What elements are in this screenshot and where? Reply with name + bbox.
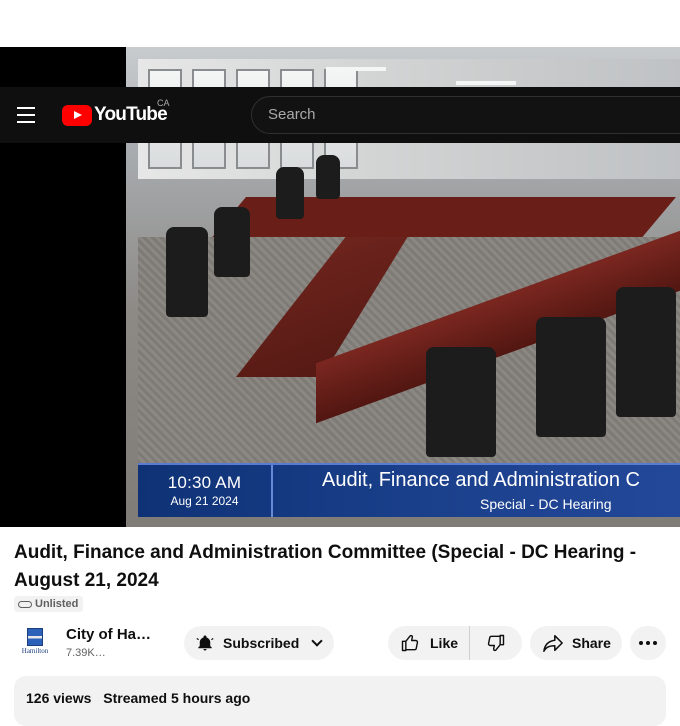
thumbs-up-icon xyxy=(401,634,419,652)
chair xyxy=(166,227,208,317)
video-title: Audit, Finance and Administration Commit… xyxy=(14,542,637,591)
hamburger-icon xyxy=(17,114,35,116)
overlay-subtitle: Special - DC Hearing xyxy=(480,496,612,512)
bell-icon xyxy=(196,635,214,651)
ceiling-light xyxy=(456,81,516,85)
channel-avatar[interactable]: Hamilton xyxy=(20,626,50,656)
overlay-time-block: 10:30 AM Aug 21 2024 xyxy=(138,465,273,517)
link-icon xyxy=(18,600,32,608)
view-count: 126 views xyxy=(26,690,92,706)
broadcast-lower-third: 10:30 AM Aug 21 2024 Audit, Finance and … xyxy=(138,463,680,517)
overlay-time: 10:30 AM xyxy=(167,473,242,492)
like-dislike-group: Like xyxy=(388,626,522,660)
logo-text: YouTube xyxy=(94,104,168,125)
chevron-down-icon xyxy=(311,635,323,647)
more-dots-icon xyxy=(646,641,650,645)
more-actions-button[interactable] xyxy=(630,626,666,660)
dislike-button[interactable] xyxy=(470,633,522,653)
like-button[interactable]: Like xyxy=(388,626,470,660)
description-box[interactable]: 126 views Streamed 5 hours ago xyxy=(14,676,666,726)
more-dots-icon xyxy=(639,641,643,645)
chair xyxy=(426,347,496,457)
channel-name[interactable]: City of Ha… xyxy=(66,626,166,643)
overlay-date: Aug 21 2024 xyxy=(170,494,239,508)
chair xyxy=(214,207,250,277)
chair xyxy=(536,317,606,437)
stream-time: Streamed 5 hours ago xyxy=(103,690,251,706)
masthead: YouTube CA Search xyxy=(0,87,680,143)
thumbs-down-icon xyxy=(487,634,505,652)
subscriber-count: 7.39K… xyxy=(66,647,106,659)
unlisted-label: Unlisted xyxy=(35,598,79,610)
ceiling-light xyxy=(326,67,386,71)
like-label: Like xyxy=(430,635,459,651)
hamburger-icon xyxy=(17,107,35,109)
subscribed-button[interactable]: Subscribed xyxy=(184,626,334,660)
play-logo-icon xyxy=(62,104,92,126)
search-input[interactable]: Search xyxy=(251,96,680,134)
description-meta: 126 views Streamed 5 hours ago xyxy=(26,690,250,706)
more-dots-icon xyxy=(653,641,657,645)
channel-owner: Hamilton City of Ha… 7.39K… xyxy=(20,626,151,659)
chair xyxy=(316,155,340,199)
top-blank-area xyxy=(0,0,680,47)
guide-menu-button[interactable] xyxy=(12,99,40,131)
share-button[interactable]: Share xyxy=(530,626,622,660)
overlay-title: Audit, Finance and Administration C xyxy=(322,469,640,491)
city-crest-icon xyxy=(27,627,43,646)
unlisted-badge: Unlisted xyxy=(14,596,84,612)
country-code: CA xyxy=(157,98,170,108)
chair xyxy=(276,167,304,219)
chair xyxy=(616,287,676,417)
avatar-text: Hamilton xyxy=(21,646,49,655)
share-label: Share xyxy=(572,635,611,651)
subscribed-label: Subscribed xyxy=(223,635,300,651)
hamburger-icon xyxy=(17,121,35,123)
share-icon xyxy=(543,634,563,652)
youtube-logo[interactable]: YouTube CA xyxy=(62,98,170,126)
